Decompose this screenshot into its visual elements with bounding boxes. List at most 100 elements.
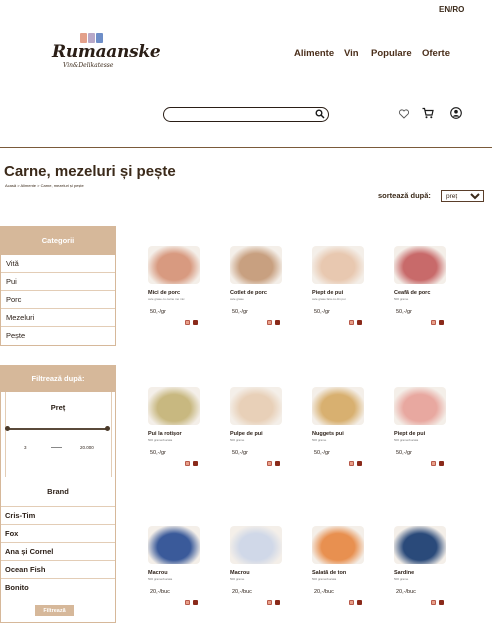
product-description: 500 grame/bucata bbox=[312, 577, 337, 581]
search-input[interactable] bbox=[172, 113, 312, 126]
product-image[interactable] bbox=[230, 526, 282, 564]
product-card[interactable]: Nuggets pui 500 grame 50,-/gr bbox=[312, 387, 382, 507]
sort-select[interactable]: preț bbox=[441, 190, 484, 202]
add-to-cart-button[interactable] bbox=[439, 320, 444, 325]
nav-oferte[interactable]: Oferte bbox=[422, 48, 450, 59]
nav-populare[interactable]: Populare bbox=[371, 48, 412, 59]
add-to-favorites-button[interactable] bbox=[185, 600, 190, 605]
product-card[interactable]: Salată de ton 500 grame/bucata 20,-/buc bbox=[312, 526, 382, 643]
add-to-cart-button[interactable] bbox=[275, 320, 280, 325]
product-price: 50,-/gr bbox=[150, 309, 166, 315]
product-image[interactable] bbox=[230, 246, 282, 284]
product-card[interactable]: Macrou 500 grame 20,-/buc bbox=[230, 526, 300, 643]
product-card[interactable]: Ceafă de porc 500 grame 50,-/gr bbox=[394, 246, 464, 366]
category-item[interactable]: Vită bbox=[1, 255, 115, 273]
add-to-favorites-button[interactable] bbox=[185, 461, 190, 466]
logo-text: Rumaanske bbox=[52, 42, 161, 62]
brand-item[interactable]: Ana și Cornel bbox=[1, 542, 115, 560]
nav-vin[interactable]: Vin bbox=[344, 48, 359, 59]
product-name[interactable]: Macrou bbox=[230, 570, 300, 576]
filter-button[interactable]: Filtrează bbox=[35, 605, 74, 616]
product-actions bbox=[185, 600, 198, 605]
add-to-cart-button[interactable] bbox=[439, 600, 444, 605]
add-to-cart-button[interactable] bbox=[275, 600, 280, 605]
cart-icon[interactable] bbox=[422, 107, 434, 119]
product-price: 50,-/gr bbox=[232, 309, 248, 315]
add-to-favorites-button[interactable] bbox=[185, 320, 190, 325]
add-to-favorites-button[interactable] bbox=[431, 320, 436, 325]
add-to-favorites-button[interactable] bbox=[267, 600, 272, 605]
filter-title: Filtrează după: bbox=[1, 366, 115, 392]
product-card[interactable]: Piept de pui cele grase fara os din pui 50… bbox=[312, 246, 382, 366]
product-image[interactable] bbox=[230, 387, 282, 425]
product-description: 500 grame/bucata bbox=[148, 438, 173, 442]
product-name[interactable]: Pui la rotișor bbox=[148, 431, 218, 437]
header-divider bbox=[0, 147, 492, 148]
product-name[interactable]: Ceafă de porc bbox=[394, 290, 464, 296]
product-name[interactable]: Cotlet de porc bbox=[230, 290, 300, 296]
product-card[interactable]: Mici de porc cele grase cu carne mo mic 50… bbox=[148, 246, 218, 366]
add-to-cart-button[interactable] bbox=[357, 320, 362, 325]
add-to-cart-button[interactable] bbox=[193, 320, 198, 325]
product-image[interactable] bbox=[394, 387, 446, 425]
product-description: 500 grame bbox=[312, 438, 327, 442]
product-image[interactable] bbox=[394, 246, 446, 284]
add-to-favorites-button[interactable] bbox=[267, 461, 272, 466]
product-card[interactable]: Cotlet de porc cele grase 50,-/gr bbox=[230, 246, 300, 366]
brand-item[interactable]: Ocean Fish bbox=[1, 560, 115, 578]
heart-icon[interactable] bbox=[398, 108, 410, 120]
product-name[interactable]: Nuggets pui bbox=[312, 431, 382, 437]
category-item[interactable]: Porc bbox=[1, 291, 115, 309]
product-actions bbox=[349, 600, 362, 605]
product-actions bbox=[267, 461, 280, 466]
nav-alimente[interactable]: Alimente bbox=[294, 48, 334, 59]
brand-item[interactable]: Bonito bbox=[1, 578, 115, 596]
product-image[interactable] bbox=[312, 246, 364, 284]
add-to-cart-button[interactable] bbox=[357, 461, 362, 466]
add-to-cart-button[interactable] bbox=[193, 461, 198, 466]
category-item[interactable]: Pește bbox=[1, 327, 115, 345]
product-card[interactable]: Pui la rotișor 500 grame/bucata 50,-/gr bbox=[148, 387, 218, 507]
product-name[interactable]: Pulpe de pui bbox=[230, 431, 300, 437]
brand-item[interactable]: Fox bbox=[1, 524, 115, 542]
product-name[interactable]: Sardine bbox=[394, 570, 464, 576]
product-name[interactable]: Macrou bbox=[148, 570, 218, 576]
add-to-favorites-button[interactable] bbox=[431, 461, 436, 466]
product-image[interactable] bbox=[394, 526, 446, 564]
product-name[interactable]: Piept de pui bbox=[394, 431, 464, 437]
price-range-min-handle[interactable] bbox=[5, 426, 10, 431]
product-image[interactable] bbox=[312, 526, 364, 564]
price-range-slider[interactable] bbox=[7, 428, 108, 430]
product-card[interactable]: Pulpe de pui 500 grame 50,-/gr bbox=[230, 387, 300, 507]
add-to-cart-button[interactable] bbox=[275, 461, 280, 466]
breadcrumb[interactable]: Acasă > Alimente > Carne, mezeluri și pe… bbox=[5, 183, 84, 188]
product-card[interactable]: Macrou 500 grame/bucata 20,-/buc bbox=[148, 526, 218, 643]
add-to-favorites-button[interactable] bbox=[349, 320, 354, 325]
product-card[interactable]: Sardine 500 grame 20,-/buc bbox=[394, 526, 464, 643]
product-image[interactable] bbox=[148, 387, 200, 425]
add-to-favorites-button[interactable] bbox=[349, 461, 354, 466]
category-item[interactable]: Mezeluri bbox=[1, 309, 115, 327]
add-to-favorites-button[interactable] bbox=[267, 320, 272, 325]
product-description: 500 grame/bucata bbox=[394, 438, 419, 442]
product-image[interactable] bbox=[148, 246, 200, 284]
user-icon[interactable] bbox=[450, 107, 462, 119]
product-image[interactable] bbox=[312, 387, 364, 425]
price-range-max-handle[interactable] bbox=[105, 426, 110, 431]
category-item[interactable]: Pui bbox=[1, 273, 115, 291]
product-actions bbox=[431, 600, 444, 605]
language-switch[interactable]: EN/RO bbox=[439, 5, 464, 14]
product-image[interactable] bbox=[148, 526, 200, 564]
product-name[interactable]: Salată de ton bbox=[312, 570, 382, 576]
add-to-cart-button[interactable] bbox=[439, 461, 444, 466]
brand-item[interactable]: Cris-Tim bbox=[1, 506, 115, 524]
add-to-cart-button[interactable] bbox=[357, 600, 362, 605]
product-name[interactable]: Mici de porc bbox=[148, 290, 218, 296]
add-to-favorites-button[interactable] bbox=[431, 600, 436, 605]
product-name[interactable]: Piept de pui bbox=[312, 290, 382, 296]
product-card[interactable]: Piept de pui 500 grame/bucata 50,-/gr bbox=[394, 387, 464, 507]
add-to-favorites-button[interactable] bbox=[349, 600, 354, 605]
search-icon[interactable] bbox=[315, 109, 325, 119]
add-to-cart-button[interactable] bbox=[193, 600, 198, 605]
logo[interactable]: Rumaanske Vin&Delikatesse bbox=[52, 33, 161, 73]
